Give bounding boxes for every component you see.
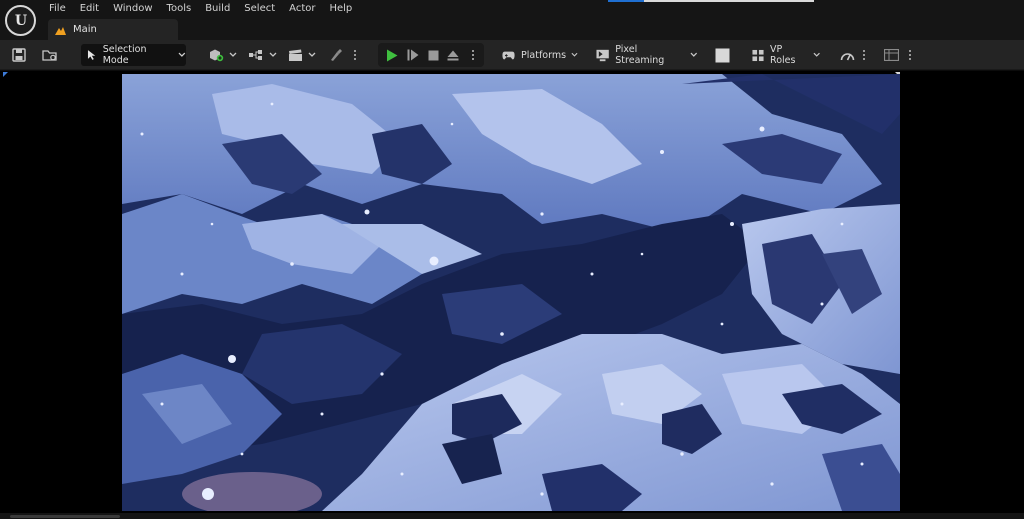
stop-icon xyxy=(428,50,438,60)
add-actor-button[interactable] xyxy=(206,44,238,66)
viewport-scene[interactable] xyxy=(122,74,900,511)
paintbrush-icon xyxy=(331,49,342,61)
main-toolbar: Selection Mode Platforms Pixel Streaming… xyxy=(0,40,1024,70)
tab-label: Main xyxy=(73,24,97,35)
content-browser-icon[interactable] xyxy=(38,44,62,66)
chevron-down-icon xyxy=(269,52,276,57)
settings-button[interactable] xyxy=(880,44,902,66)
unreal-logo-icon[interactable]: U xyxy=(5,5,36,36)
stop-square-icon xyxy=(715,48,729,62)
eject-icon xyxy=(447,50,459,60)
menu-window[interactable]: Window xyxy=(106,0,159,18)
advance-frame-icon xyxy=(407,49,419,61)
modes-button[interactable] xyxy=(326,44,346,66)
play-icon xyxy=(387,49,398,61)
title-bar: U File Edit Window Tools Build Select Ac… xyxy=(0,0,1024,40)
selection-mode-dropdown[interactable]: Selection Mode xyxy=(81,44,186,66)
settings-options-button[interactable] xyxy=(905,44,915,66)
menu-tools[interactable]: Tools xyxy=(160,0,199,18)
menu-file[interactable]: File xyxy=(42,0,73,18)
vp-roles-label: VP Roles xyxy=(770,44,796,66)
selection-mode-label: Selection Mode xyxy=(102,44,147,66)
cursor-icon xyxy=(87,50,96,60)
chevron-down-icon xyxy=(229,52,236,57)
chevron-down-icon xyxy=(690,52,698,57)
advance-frame-button[interactable] xyxy=(403,44,423,66)
chevron-down-icon xyxy=(571,52,578,57)
play-options-button[interactable] xyxy=(468,44,478,66)
record-stop-button[interactable] xyxy=(710,44,734,66)
grid-settings-icon xyxy=(883,49,899,61)
chevron-down-icon xyxy=(178,52,186,57)
vp-roles-icon xyxy=(752,49,764,61)
horizontal-scrollbar[interactable] xyxy=(10,515,120,518)
level-icon xyxy=(55,25,66,35)
save-icon[interactable] xyxy=(8,44,30,66)
menu-actor[interactable]: Actor xyxy=(282,0,322,18)
platforms-dropdown[interactable]: Platforms xyxy=(498,44,578,66)
more-options-icon xyxy=(352,50,358,60)
platforms-label: Platforms xyxy=(521,49,567,61)
status-strip xyxy=(0,513,1024,519)
chevron-down-icon xyxy=(308,52,316,57)
gauge-icon xyxy=(840,52,854,60)
tab-main[interactable]: Main xyxy=(48,19,178,40)
monitor-icon xyxy=(596,49,609,61)
stop-button[interactable] xyxy=(423,44,443,66)
chevron-down-icon xyxy=(813,52,820,57)
performance-button[interactable] xyxy=(836,44,858,66)
cinematics-button[interactable] xyxy=(286,44,318,66)
viewport-options-corner[interactable] xyxy=(3,72,8,77)
menu-help[interactable]: Help xyxy=(322,0,359,18)
more-options-icon xyxy=(907,50,913,60)
performance-options-button[interactable] xyxy=(859,44,869,66)
add-actor-icon xyxy=(209,49,223,62)
eject-button[interactable] xyxy=(443,44,463,66)
menu-bar: File Edit Window Tools Build Select Acto… xyxy=(42,0,359,18)
blueprint-icon xyxy=(248,50,262,60)
menu-select[interactable]: Select xyxy=(237,0,282,18)
more-options-icon xyxy=(470,50,476,60)
pixel-streaming-dropdown[interactable]: Pixel Streaming xyxy=(592,44,698,66)
vp-roles-dropdown[interactable]: VP Roles xyxy=(748,44,820,66)
menu-edit[interactable]: Edit xyxy=(73,0,106,18)
pixel-streaming-label: Pixel Streaming xyxy=(615,44,665,66)
play-button[interactable] xyxy=(382,44,402,66)
window-accent-bar-light xyxy=(644,0,814,2)
menu-build[interactable]: Build xyxy=(198,0,237,18)
gamepad-icon xyxy=(502,51,515,59)
toolbar-more-button[interactable] xyxy=(350,44,360,66)
clapperboard-icon xyxy=(289,49,302,61)
snowy-mountain-render xyxy=(122,74,900,511)
window-accent-bar xyxy=(608,0,644,2)
blueprint-button[interactable] xyxy=(246,44,278,66)
more-options-icon xyxy=(861,50,867,60)
